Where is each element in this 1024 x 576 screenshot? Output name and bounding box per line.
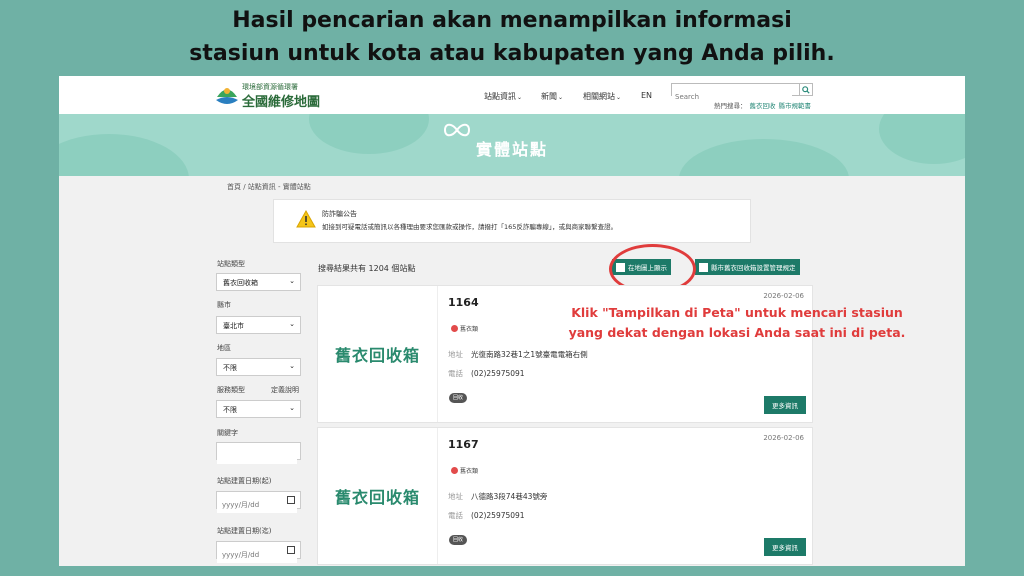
district-select[interactable]: 不限 ⌄ [216,358,301,376]
keyword-label: 關鍵字 [217,429,238,437]
phone-value: (02)25975091 [471,369,525,378]
chevron-down-icon: ⌄ [289,362,295,370]
notice-body: 如接到可疑電話或簡訊以各種理由要求您匯款或操作，請撥打「165反詐騙專線」，或與… [322,223,618,231]
date-to-field [216,541,301,563]
keyword-input[interactable] [217,448,297,464]
station-phone: 電話 (02)25975091 [448,368,525,379]
chevron-down-icon: ⌄ [558,94,564,101]
hot-link-city-rules[interactable]: 縣市規範書 [779,102,812,110]
station-date: 2026-02-06 [763,292,804,300]
recycle-badge: 回收 [449,535,467,545]
caption-line-2: stasiun untuk kota atau kabupaten yang A… [189,41,835,66]
notice-title: 防詐騙公告 [322,210,357,218]
nav-label: 站點資訊 [484,92,516,101]
date-from-input[interactable] [217,497,297,513]
search-button[interactable] [799,84,812,95]
date-to-label: 站點建置日期(迄) [217,527,272,535]
phone-label: 電話 [448,511,463,520]
annotation-line-2: yang dekat dengan lokasi Anda saat ini d… [568,325,906,340]
phone-label: 電話 [448,369,463,378]
search-icon [802,85,810,94]
calendar-icon[interactable] [287,496,295,504]
date-from-field [216,491,301,513]
more-info-button[interactable]: 更多資訊 [764,396,806,414]
website-screenshot: 環境部資源循環署 全國維修地圖 站點資訊⌄ 新聞⌄ 相關網站⌄ EN 熱門搜尋：… [59,76,965,566]
annotation-text: Klik "Tampilkan di Peta" untuk mencari s… [527,303,947,343]
date-to-input[interactable] [217,547,297,563]
select-value: 不限 [223,406,237,414]
button-label: 縣市舊衣回收箱設置管理規定 [711,264,796,272]
phone-value: (02)25975091 [471,511,525,520]
logo-title[interactable]: 全國維修地圖 [242,91,320,110]
station-image: 舊衣回收箱 [318,428,438,564]
recycle-badge: 回收 [449,393,467,403]
site-search [671,83,813,103]
fraud-notice: 防詐騙公告 如接到可疑電話或簡訊以各種理由要求您匯款或操作，請撥打「165反詐騙… [273,199,751,243]
select-value: 不限 [223,364,237,372]
chevron-down-icon: ⌄ [616,94,622,101]
city-rules-button[interactable]: 縣市舊衣回收箱設置管理規定 [695,259,800,275]
date-from-label: 站點建置日期(起) [217,477,272,485]
select-value: 臺北市 [223,322,244,330]
nav-station-info[interactable]: 站點資訊⌄ [484,91,522,102]
caption-line-1: Hasil pencarian akan menampilkan informa… [232,8,792,33]
nav-language-en[interactable]: EN [641,91,652,100]
service-type-select[interactable]: 不限 ⌄ [216,400,301,418]
hot-link-clothing[interactable]: 舊衣回收 [750,102,776,110]
more-info-button[interactable]: 更多資訊 [764,538,806,556]
nav-label: 相關網站 [583,92,615,101]
nav-news[interactable]: 新聞⌄ [541,91,563,102]
station-id: 1167 [448,438,479,451]
address-label: 地址 [448,492,463,501]
station-type-label: 站點類型 [217,260,245,268]
hot-searches: 熱門搜尋： 舊衣回收 縣市規範書 [714,100,811,110]
station-address: 地址 八德路3段74巷43號旁 [448,491,547,502]
chevron-down-icon: ⌄ [517,94,523,101]
station-id: 1164 [448,296,479,309]
breadcrumb: 首頁 / 站點資訊 - 實體站點 [227,183,311,191]
annotation-line-1: Klik "Tampilkan di Peta" untuk mencari s… [571,305,903,320]
service-type-label: 服務類型 [217,386,245,394]
address-value: 八德路3段74巷43號旁 [471,492,548,501]
keyword-field [216,442,301,464]
warning-icon [296,210,316,228]
city-select[interactable]: 臺北市 ⌄ [216,316,301,334]
result-count: 搜尋結果共有 1204 個站點 [318,264,416,273]
address-label: 地址 [448,350,463,359]
chevron-down-icon: ⌄ [289,277,295,285]
station-card: 舊衣回收箱 1167 2026-02-06 舊衣類 地址 八德路3段74巷43號旁… [317,427,813,565]
service-definition-link[interactable]: 定義說明 [271,385,299,395]
station-phone: 電話 (02)25975091 [448,510,525,521]
pin-icon [451,467,458,474]
tag-label: 舊衣類 [460,468,479,475]
district-label: 地區 [217,344,231,352]
site-logo-icon[interactable] [214,82,240,108]
page-banner: 實體站點 [59,114,965,176]
nav-label: 新聞 [541,92,557,101]
document-icon [699,262,708,272]
category-tag: 舊衣類 [451,466,478,475]
city-label: 縣市 [217,301,231,309]
hot-search-label: 熱門搜尋： [714,102,747,110]
pin-icon [451,325,458,332]
nav-related-sites[interactable]: 相關網站⌄ [583,91,621,102]
category-tag: 舊衣類 [451,324,478,333]
calendar-icon[interactable] [287,546,295,554]
chevron-down-icon: ⌄ [289,404,295,412]
station-type-select[interactable]: 舊衣回收箱 ⌄ [216,273,301,291]
station-image: 舊衣回收箱 [318,286,438,422]
station-date: 2026-02-06 [763,434,804,442]
address-value: 光復南路32巷1之1號臺電電箱右側 [471,350,588,359]
site-header: 環境部資源循環署 全國維修地圖 站點資訊⌄ 新聞⌄ 相關網站⌄ EN 熱門搜尋：… [59,76,965,114]
select-value: 舊衣回收箱 [223,279,258,287]
page-title: 實體站點 [475,140,548,159]
tutorial-caption: Hasil pencarian akan menampilkan informa… [0,4,1024,70]
station-address: 地址 光復南路32巷1之1號臺電電箱右側 [448,349,588,360]
tag-label: 舊衣類 [460,326,479,333]
chevron-down-icon: ⌄ [289,320,295,328]
